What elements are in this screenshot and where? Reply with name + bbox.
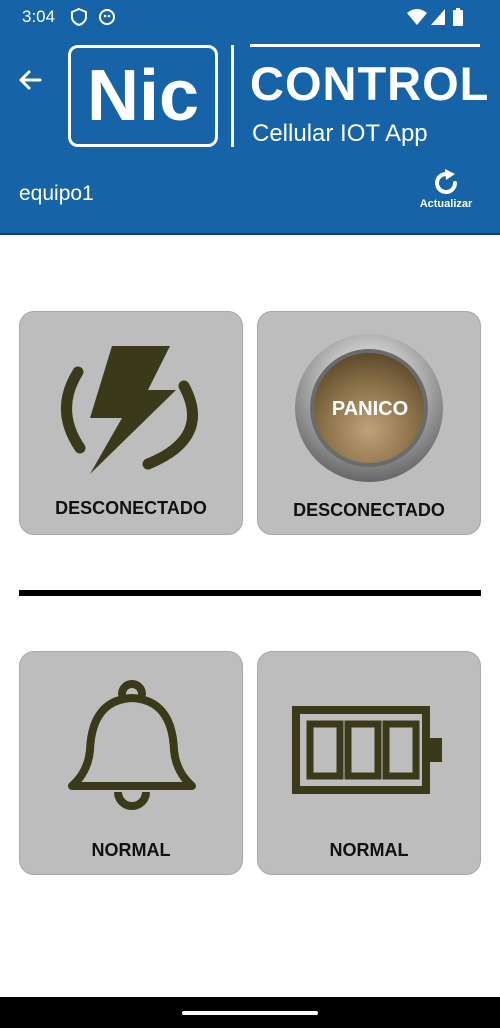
logo-nic: Nic [68, 45, 218, 147]
signal-icon [431, 9, 445, 25]
device-name: equipo1 [19, 182, 94, 205]
lightning-icon [61, 346, 198, 474]
logo-top-line [250, 44, 480, 47]
logo-subtitle: Cellular IOT App [252, 120, 428, 147]
status-time: 3:04 [22, 7, 56, 26]
alarm-status-card[interactable]: NORMAL [19, 651, 243, 875]
wifi-icon [407, 9, 427, 25]
logo-separator [231, 45, 234, 147]
battery-status-card[interactable]: NORMAL [257, 651, 481, 875]
home-gesture-handle[interactable] [182, 1011, 318, 1015]
panic-card[interactable]: PANICO DESCONECTADO [257, 311, 481, 535]
power-status-card[interactable]: DESCONECTADO [19, 311, 243, 535]
bell-icon [68, 680, 196, 810]
refresh-label: Actualizar [419, 198, 473, 210]
back-arrow-icon[interactable] [14, 64, 46, 96]
panic-button-label: PANICO [331, 398, 409, 420]
logo-control: CONTROL [250, 57, 490, 110]
app-header: 3:04 Nic CONTROL Cellular IOT App equipo… [0, 0, 500, 235]
panic-status-label: DESCONECTADO [293, 500, 445, 520]
refresh-button[interactable]: Actualizar [410, 168, 482, 216]
battery-status-icon [453, 8, 463, 26]
section-divider [19, 590, 481, 596]
status-bar: 3:04 [0, 0, 500, 32]
face-icon [99, 9, 115, 25]
battery-status-label: NORMAL [329, 840, 409, 860]
refresh-icon [435, 169, 457, 194]
shield-icon [71, 8, 87, 26]
power-status-label: DESCONECTADO [55, 498, 207, 518]
alarm-status-label: NORMAL [91, 840, 171, 860]
battery-icon [292, 706, 442, 794]
